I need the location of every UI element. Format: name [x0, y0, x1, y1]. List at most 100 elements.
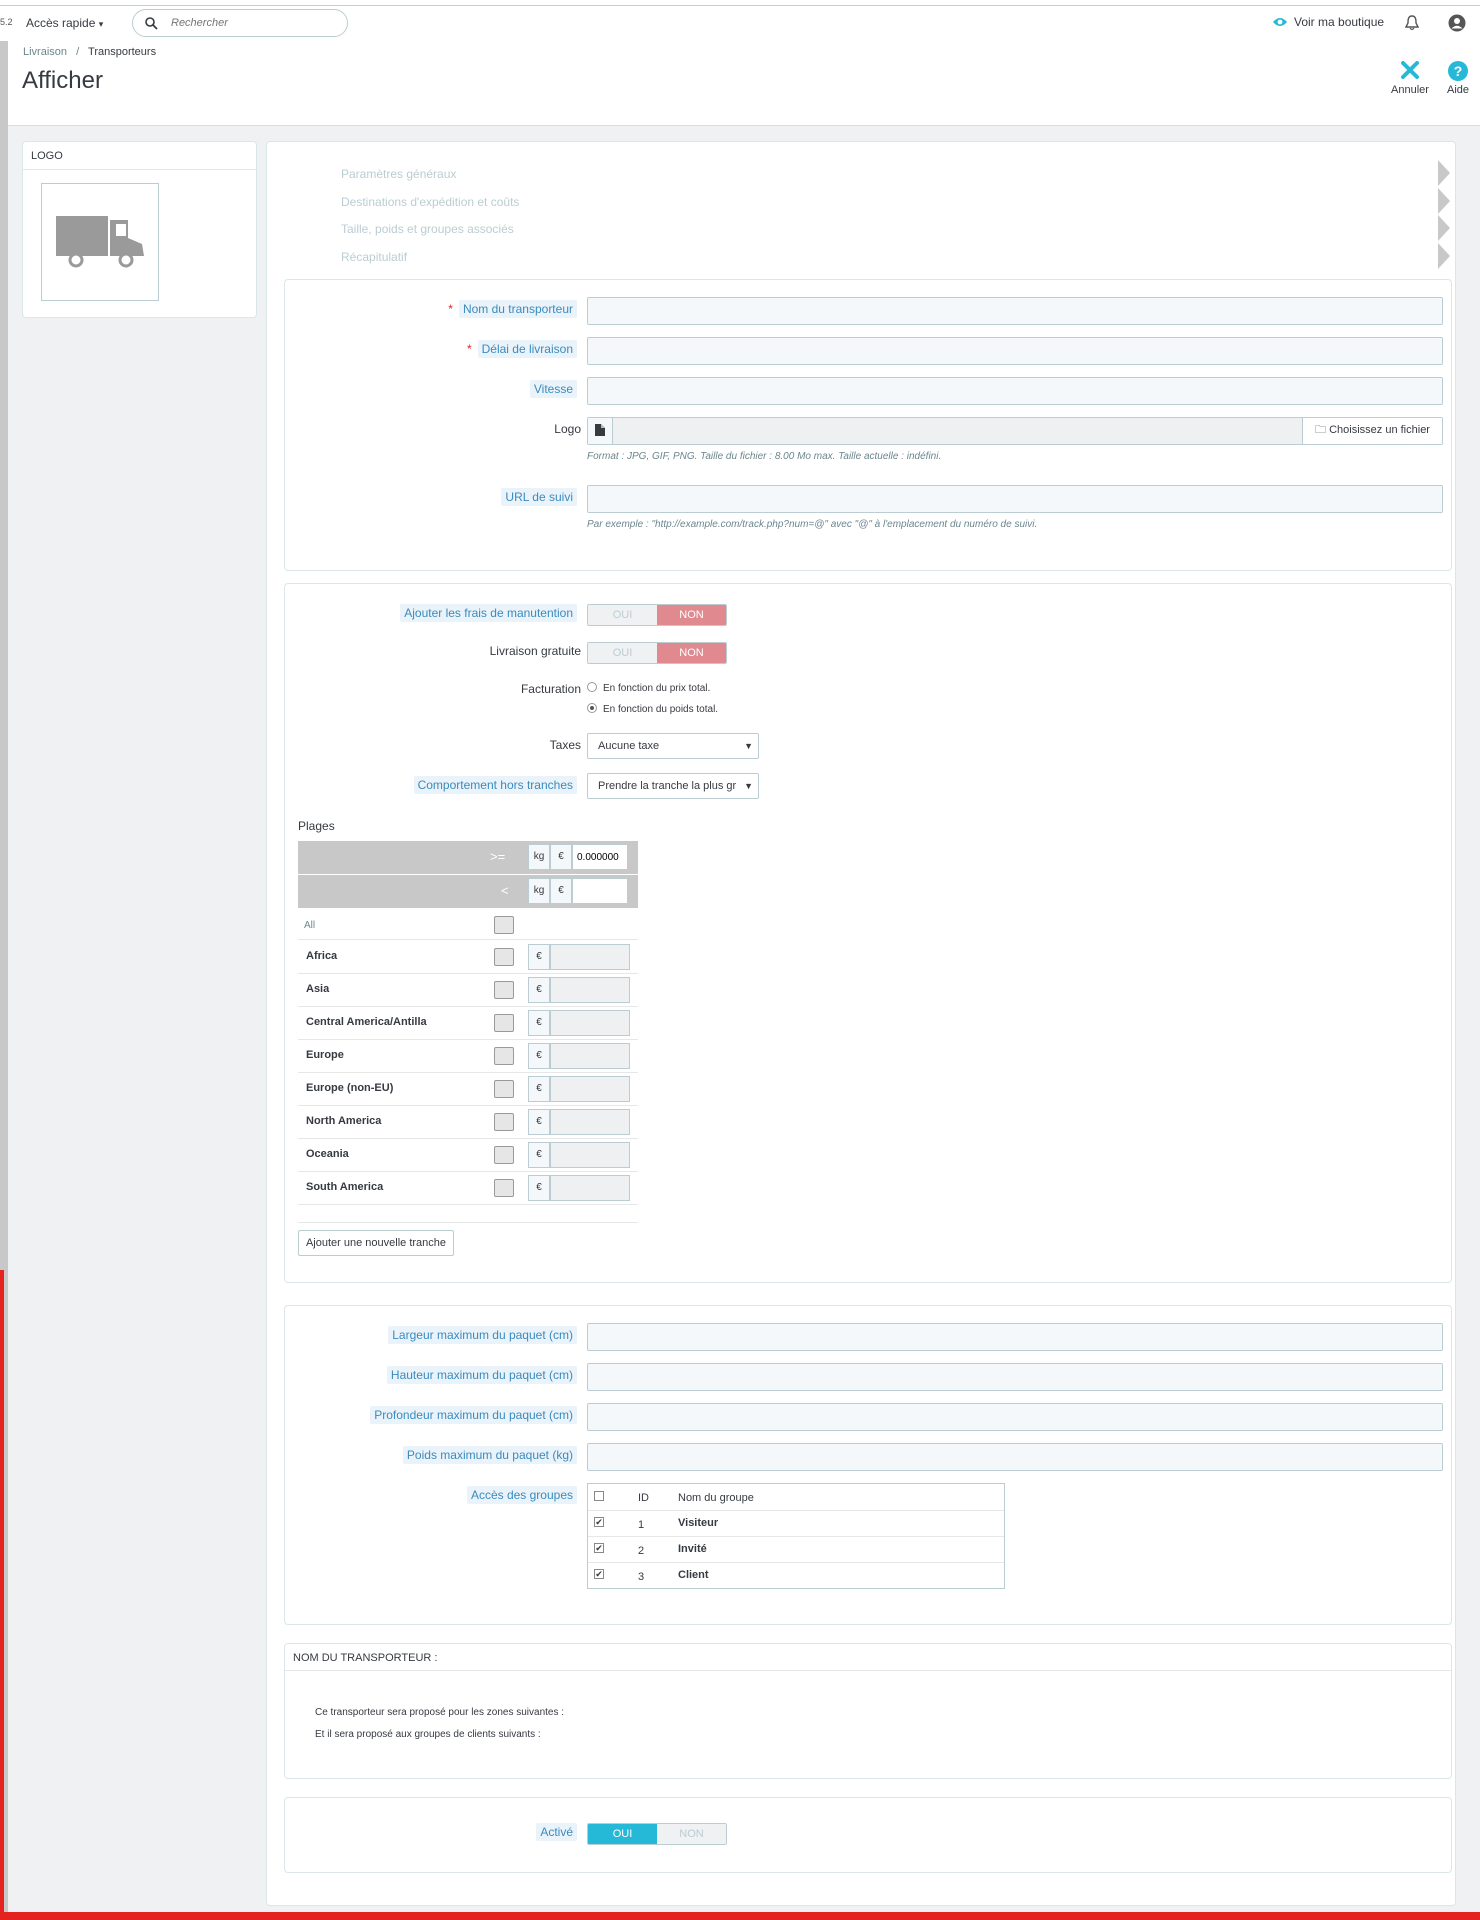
user-account-icon[interactable]	[1448, 14, 1466, 32]
currency-symbol: €	[550, 878, 572, 904]
range-lt-symbol: <	[501, 883, 509, 898]
add-range-button[interactable]: Ajouter une nouvelle tranche	[298, 1230, 454, 1256]
search-box[interactable]	[132, 9, 348, 37]
left-red-edge	[0, 1270, 4, 1920]
zone-price-input[interactable]	[550, 1043, 630, 1069]
table-row: ✔ 3 Client	[588, 1562, 1004, 1588]
zone-row: Oceania €	[298, 1139, 638, 1172]
delay-label-wrap: * Délai de livraison	[285, 340, 577, 362]
status-section: Activé OUI NON	[284, 1797, 1452, 1873]
search-input[interactable]	[171, 14, 336, 32]
taxes-select[interactable]: Aucune taxe ▼	[587, 733, 759, 759]
zone-row: South America €	[298, 1172, 638, 1205]
groups-label-wrap: Accès des groupes	[285, 1486, 577, 1508]
help-label: Aide	[1446, 84, 1470, 96]
carrier-wizard-panel: Paramètres généraux Destinations d'expéd…	[266, 141, 1456, 1906]
divider	[285, 1670, 1451, 1671]
switch-yes[interactable]: OUI	[588, 605, 657, 625]
max-width-input[interactable]	[587, 1323, 1443, 1351]
zone-all-checkbox[interactable]	[494, 916, 514, 934]
folder-icon: 🗀	[1315, 424, 1327, 436]
radio-icon	[587, 682, 597, 692]
choose-file-button[interactable]: 🗀 Choisissez un fichier	[1302, 418, 1442, 444]
taxes-label-wrap: Taxes	[285, 738, 581, 758]
carrier-name-label: * Nom du transporteur	[448, 300, 577, 318]
version-fragment: 5.2	[0, 17, 13, 27]
zone-checkbox[interactable]	[494, 1113, 514, 1131]
bell-icon[interactable]	[1405, 15, 1419, 31]
ranges-heading: Plages	[298, 819, 335, 833]
range-from-input[interactable]	[572, 844, 628, 870]
switch-no[interactable]: NON	[657, 605, 726, 625]
delay-input[interactable]	[587, 337, 1443, 365]
breadcrumb-parent-link[interactable]: Livraison	[23, 46, 67, 58]
unit-kg: kg	[528, 844, 550, 870]
out-of-range-select[interactable]: Prendre la tranche la plus gr ▼	[587, 773, 759, 799]
select-all-groups-checkbox[interactable]	[594, 1491, 604, 1501]
zone-checkbox[interactable]	[494, 1179, 514, 1197]
free-shipping-switch[interactable]: OUI NON	[587, 642, 727, 664]
max-height-label-text: Hauteur maximum du paquet (cm)	[386, 1366, 577, 1384]
range-to-input[interactable]	[572, 878, 628, 904]
max-weight-input[interactable]	[587, 1443, 1443, 1471]
radio-checked-icon	[587, 703, 597, 713]
currency-symbol: €	[528, 1010, 550, 1036]
speed-input[interactable]	[587, 377, 1443, 405]
taxes-label: Taxes	[549, 738, 581, 752]
zone-price-input[interactable]	[550, 1109, 630, 1135]
range-to-row: < kg €	[298, 875, 638, 908]
wizard-step-size[interactable]: Taille, poids et groupes associés	[341, 222, 514, 236]
billing-weight-radio[interactable]: En fonction du poids total.	[587, 703, 718, 715]
speed-label: Vitesse	[529, 380, 577, 398]
billing-price-radio[interactable]: En fonction du prix total.	[587, 682, 710, 694]
max-weight-label-text: Poids maximum du paquet (kg)	[402, 1446, 577, 1464]
switch-yes[interactable]: OUI	[588, 1824, 657, 1844]
zone-price-input[interactable]	[550, 944, 630, 970]
logo-file-field[interactable]: 🗀 Choisissez un fichier	[587, 417, 1443, 445]
carrier-name-label-text: Nom du transporteur	[458, 300, 577, 318]
group-checkbox[interactable]: ✔	[594, 1569, 604, 1579]
wizard-step-general[interactable]: Paramètres généraux	[341, 167, 456, 181]
switch-no[interactable]: NON	[657, 643, 726, 663]
zone-name: Asia	[306, 983, 330, 995]
tracking-url-input[interactable]	[587, 485, 1443, 513]
logo-panel: LOGO	[22, 141, 257, 318]
zone-checkbox[interactable]	[494, 981, 514, 999]
groups-header-name: Nom du groupe	[678, 1492, 754, 1504]
groups-table: ID Nom du groupe ✔ 1 Visiteur ✔ 2 Invité…	[587, 1483, 1005, 1589]
group-name: Invité	[678, 1543, 707, 1555]
tracking-help-text: Par exemple : "http://example.com/track.…	[587, 519, 1038, 530]
active-label-text: Activé	[536, 1823, 577, 1841]
zone-price-input[interactable]	[550, 1142, 630, 1168]
zone-name: Oceania	[306, 1148, 349, 1160]
zone-checkbox[interactable]	[494, 1047, 514, 1065]
group-checkbox[interactable]: ✔	[594, 1517, 604, 1527]
active-label: Activé	[536, 1823, 577, 1841]
help-button[interactable]: ? Aide	[1440, 61, 1476, 96]
zone-price-input[interactable]	[550, 1010, 630, 1036]
wizard-step-summary[interactable]: Récapitulatif	[341, 250, 407, 264]
range-ge-symbol: >=	[490, 849, 506, 864]
zone-checkbox[interactable]	[494, 1014, 514, 1032]
max-height-input[interactable]	[587, 1363, 1443, 1391]
zone-checkbox[interactable]	[494, 948, 514, 966]
switch-yes[interactable]: OUI	[588, 643, 657, 663]
handling-fees-switch[interactable]: OUI NON	[587, 604, 727, 626]
zone-checkbox[interactable]	[494, 1080, 514, 1098]
billing-label: Facturation	[520, 682, 581, 696]
view-shop-link[interactable]: Voir ma boutique	[1272, 15, 1384, 29]
currency-symbol: €	[528, 1142, 550, 1168]
quick-access-menu[interactable]: Accès rapide ▾	[26, 16, 103, 30]
group-checkbox[interactable]: ✔	[594, 1543, 604, 1553]
max-depth-input[interactable]	[587, 1403, 1443, 1431]
wizard-step-destinations[interactable]: Destinations d'expédition et coûts	[341, 195, 519, 209]
zone-checkbox[interactable]	[494, 1146, 514, 1164]
bottom-red-edge	[0, 1912, 1480, 1920]
zone-price-input[interactable]	[550, 1175, 630, 1201]
zone-price-input[interactable]	[550, 977, 630, 1003]
switch-no[interactable]: NON	[657, 1824, 726, 1844]
active-switch[interactable]: OUI NON	[587, 1823, 727, 1845]
zone-price-input[interactable]	[550, 1076, 630, 1102]
cancel-button[interactable]: Annuler	[1386, 61, 1434, 96]
carrier-name-input[interactable]	[587, 297, 1443, 325]
